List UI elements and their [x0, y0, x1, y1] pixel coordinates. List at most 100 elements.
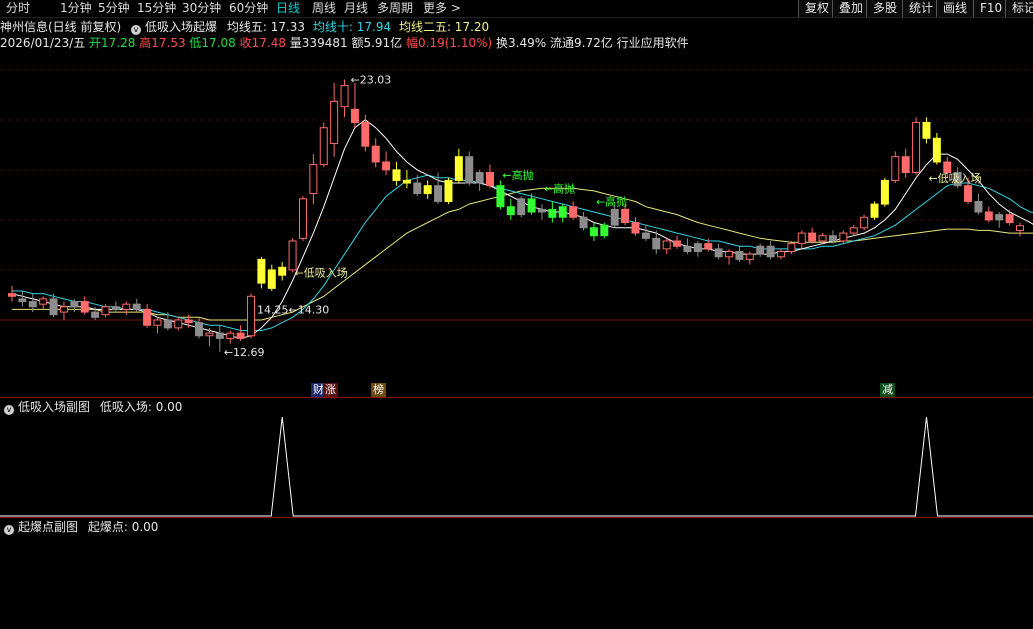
candle[interactable] — [984, 206, 993, 223]
sub1-toggle-icon[interactable]: v — [4, 405, 14, 415]
candle[interactable] — [278, 262, 287, 281]
candle[interactable] — [995, 212, 1004, 228]
candle[interactable] — [808, 227, 817, 244]
candle[interactable] — [922, 117, 931, 144]
candle[interactable] — [122, 301, 131, 315]
candle[interactable] — [80, 296, 89, 315]
candle[interactable] — [382, 151, 391, 176]
candle[interactable] — [59, 301, 68, 320]
candle[interactable] — [319, 122, 328, 168]
indicator-toggle-icon[interactable]: v — [131, 25, 142, 35]
period-multi[interactable]: 多周期 — [377, 0, 413, 17]
candle[interactable] — [267, 264, 276, 291]
candle[interactable] — [298, 196, 307, 241]
candle[interactable] — [641, 225, 650, 241]
candle[interactable] — [766, 240, 775, 260]
candle[interactable] — [1016, 222, 1024, 237]
candle[interactable] — [371, 138, 380, 168]
candle[interactable] — [517, 196, 526, 218]
indicator-name[interactable]: 低吸入场起爆 — [145, 20, 217, 34]
period-30min[interactable]: 30分钟 — [182, 0, 221, 17]
pane-divider-1[interactable] — [0, 397, 1033, 398]
candle[interactable] — [537, 204, 546, 220]
candle[interactable] — [569, 201, 578, 220]
stats-button[interactable]: 统计 — [902, 0, 940, 17]
candle[interactable] — [226, 330, 235, 344]
candle[interactable] — [111, 301, 120, 313]
candle[interactable] — [247, 293, 256, 339]
candle[interactable] — [714, 243, 723, 260]
candle[interactable] — [18, 291, 27, 307]
candle[interactable] — [215, 325, 224, 352]
candle[interactable] — [600, 222, 609, 239]
candle[interactable] — [631, 217, 640, 236]
sub1-chart[interactable] — [0, 415, 1033, 517]
overlay-button[interactable]: 叠加 — [832, 0, 870, 17]
candle[interactable] — [423, 180, 432, 199]
candle[interactable] — [610, 206, 619, 228]
candle[interactable] — [891, 151, 900, 184]
candle[interactable] — [693, 240, 702, 257]
period-more[interactable]: 更多 > — [423, 0, 461, 17]
candle[interactable] — [236, 325, 245, 342]
candle[interactable] — [174, 317, 183, 331]
period-5min[interactable]: 5分钟 — [98, 0, 130, 17]
draw-button[interactable]: 画线 — [936, 0, 974, 17]
candle[interactable] — [143, 304, 152, 328]
sub2-toggle-icon[interactable]: v — [4, 525, 14, 535]
pane-divider-2[interactable] — [0, 517, 1033, 518]
candle[interactable] — [662, 238, 671, 255]
candle[interactable] — [683, 238, 692, 255]
adjust-button[interactable]: 复权 — [798, 0, 836, 17]
f10-button[interactable]: F10 — [973, 0, 1009, 17]
candle[interactable] — [974, 193, 983, 215]
candle[interactable] — [725, 248, 734, 265]
period-monthly[interactable]: 月线 — [344, 0, 368, 17]
mark-button[interactable]: 标记 — [1005, 0, 1033, 17]
period-60min[interactable]: 60分钟 — [229, 0, 268, 17]
candle[interactable] — [153, 317, 162, 334]
candle[interactable] — [880, 177, 889, 207]
candle[interactable] — [392, 161, 401, 186]
candle[interactable] — [579, 212, 588, 231]
candle[interactable] — [797, 230, 806, 249]
candle[interactable] — [486, 164, 495, 189]
event-marker-rise[interactable]: 涨 — [323, 383, 338, 397]
candle[interactable] — [673, 235, 682, 249]
candle[interactable] — [465, 151, 474, 186]
candle[interactable] — [756, 243, 765, 257]
sub1-title[interactable]: 低吸入场副图 — [18, 400, 90, 414]
candle[interactable] — [350, 82, 359, 128]
candle[interactable] — [745, 251, 754, 265]
period-weekly[interactable]: 周线 — [312, 0, 336, 17]
candle[interactable] — [330, 82, 339, 157]
candle[interactable] — [849, 225, 858, 236]
period-intraday[interactable]: 分时 — [6, 0, 30, 17]
candle[interactable] — [735, 246, 744, 263]
candle[interactable] — [309, 154, 318, 205]
candle[interactable] — [870, 201, 879, 220]
candle[interactable] — [1005, 209, 1014, 226]
candle[interactable] — [8, 285, 16, 302]
candle[interactable] — [589, 222, 598, 241]
sub2-title[interactable]: 起爆点副图 — [18, 520, 78, 534]
candle[interactable] — [901, 148, 910, 178]
candle[interactable] — [402, 169, 411, 189]
candle[interactable] — [361, 114, 370, 152]
candlestick-chart[interactable]: ←23.03 ←12.69 14.25←14.30 ←低吸入场 ←高抛 ←高抛 ←高抛 ←低吸… — [0, 52, 1033, 398]
candle[interactable] — [39, 296, 48, 310]
event-marker-board[interactable]: 榜 — [371, 383, 386, 397]
candle[interactable] — [932, 133, 941, 165]
candle[interactable] — [496, 180, 505, 210]
candle[interactable] — [548, 201, 557, 223]
candle[interactable] — [787, 240, 796, 255]
candle[interactable] — [776, 248, 785, 260]
candle[interactable] — [454, 148, 463, 184]
candle[interactable] — [444, 177, 453, 205]
multi-stock-button[interactable]: 多股 — [866, 0, 904, 17]
event-marker-reduce[interactable]: 减 — [880, 383, 895, 397]
candle[interactable] — [860, 214, 869, 231]
candle[interactable] — [257, 256, 266, 289]
candle[interactable] — [475, 169, 484, 191]
candle[interactable] — [340, 79, 349, 118]
